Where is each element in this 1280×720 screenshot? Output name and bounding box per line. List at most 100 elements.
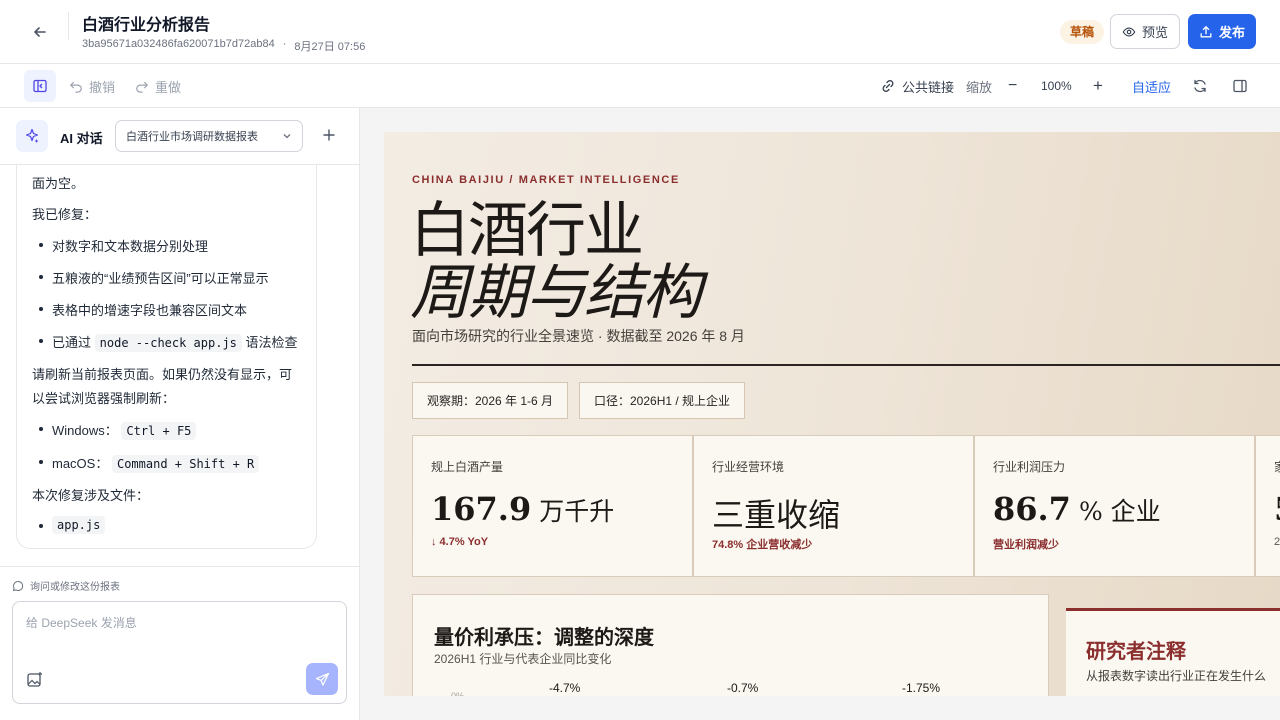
new-chat-button[interactable] [318, 124, 340, 146]
kpi-note: ↓ 4.7% YoY [431, 536, 489, 548]
zoom-value: 100% [1041, 79, 1072, 93]
inline-code: Command + Shift + R [111, 455, 260, 473]
kpi-card: 行业利润压力 86.7% 企业 营业利润减少 [974, 435, 1255, 577]
zoom-label: 缩放 [966, 79, 993, 95]
plus-icon [323, 129, 335, 141]
public-link-button[interactable]: 公共链接 [880, 71, 954, 101]
attach-image-button[interactable] [26, 671, 46, 691]
list-item: app.js [52, 516, 106, 534]
preview-label: 预览 [1141, 25, 1168, 40]
fit-button[interactable]: 自适应 [1132, 71, 1171, 101]
assistant-message: 面为空。 我已修复： 对数字和文本数据分别处理 五粮液的“业绩预告区间”可以正常… [16, 165, 317, 549]
kpi-value: 86.7% 企业 [993, 490, 1161, 528]
report-selector-value: 白酒行业市场调研数据报表 [126, 131, 258, 143]
list-item-text: 语法检查 [245, 335, 298, 350]
list-bullet [39, 427, 43, 431]
chat-title: AI 对话 [60, 131, 103, 146]
bar-value-label: -4.7% [549, 681, 581, 695]
chat-bubble-icon [12, 580, 24, 591]
publish-button[interactable]: 发布 [1188, 14, 1256, 49]
list-item-text: 已通过 [52, 335, 92, 350]
back-button[interactable] [24, 16, 56, 48]
report-hero-title: 白酒行业 [410, 196, 644, 266]
inline-code: Ctrl + F5 [121, 422, 197, 440]
report-canvas: CHINA BAIJIU / MARKET INTELLIGENCE 白酒行业 … [360, 108, 1280, 720]
input-hint-text: 询问或修改这份报表 [30, 582, 120, 593]
kpi-note: 营业利润减少 [993, 539, 1059, 551]
publish-label: 发布 [1218, 25, 1245, 40]
panel-left-icon [33, 79, 47, 93]
list-bullet [39, 243, 43, 247]
report-page: CHINA BAIJIU / MARKET INTELLIGENCE 白酒行业 … [384, 132, 1280, 696]
document-meta: 3ba95671a032486fa620071b7d72ab84 · 8月27日… [82, 38, 365, 54]
input-hint: 询问或修改这份报表 [12, 578, 120, 593]
zoom-out-button[interactable]: − [1008, 71, 1017, 101]
list-bullet [39, 307, 43, 311]
kpi-label: 行业利润压力 [993, 460, 1066, 474]
undo-icon [69, 81, 82, 93]
panel-title: 量价利承压：调整的深度 [434, 625, 654, 649]
list-item-text: macOS： [52, 456, 109, 471]
kpi-card: 行业经营环境 三重收缩 74.8% 企业营收减少 [693, 435, 974, 577]
image-plus-icon [27, 672, 42, 687]
preview-button[interactable]: 预览 [1110, 14, 1180, 49]
message-text: 面为空。 [32, 176, 85, 191]
list-item: 五粮液的“业绩预告区间”可以正常显示 [52, 271, 269, 286]
link-icon [882, 80, 894, 92]
list-item-text: Windows： [52, 423, 118, 438]
upload-icon [1200, 25, 1212, 37]
chat-header: AI 对话 白酒行业市场调研数据报表 [0, 108, 360, 165]
message-text: 请刷新当前报表页面。如果仍然没有显示，可 [32, 367, 293, 382]
document-id: 3ba95671a032486fa620071b7d72ab84 [82, 38, 275, 50]
panel-right-icon [1233, 79, 1247, 93]
report-selector[interactable]: 白酒行业市场调研数据报表 [115, 120, 303, 152]
message-text: 以尝试浏览器强制刷新： [32, 391, 176, 406]
ai-sparkle-icon [16, 120, 48, 152]
kpi-label: 规上白酒产量 [431, 460, 504, 474]
kpi-card: 家 5 2 [1255, 435, 1280, 577]
refresh-button[interactable] [1192, 71, 1208, 101]
message-text: 我已修复： [32, 207, 98, 222]
toggle-right-panel-button[interactable] [1232, 71, 1248, 101]
public-link-label: 公共链接 [902, 79, 955, 95]
arrow-left-icon [34, 27, 46, 37]
undo-button[interactable]: 撤销 [69, 71, 115, 101]
message-input[interactable]: 给 DeepSeek 发消息 [12, 601, 347, 704]
kpi-card: 规上白酒产量 167.9 万千升 ↓ 4.7% YoY [412, 435, 693, 577]
toggle-left-panel-button[interactable] [24, 70, 56, 102]
chart-panel: 量价利承压：调整的深度 2026H1 行业与代表企业同比变化 0% -4.7% … [412, 594, 1049, 696]
note-title: 研究者注释 [1086, 639, 1186, 663]
refresh-icon [1194, 79, 1206, 93]
kpi-value: 三重收缩 [712, 496, 841, 534]
status-badge: 草稿 [1060, 20, 1105, 44]
redo-label: 重做 [155, 79, 182, 95]
inline-code: node --check app.js [94, 334, 242, 352]
kpi-value: 5 [1274, 490, 1280, 528]
report-kicker: CHINA BAIJIU / MARKET INTELLIGENCE [412, 174, 680, 186]
undo-label: 撤销 [89, 79, 116, 95]
chevron-down-icon [283, 134, 291, 139]
divider-rule [412, 364, 1280, 366]
kpi-label: 家 [1274, 458, 1280, 475]
redo-icon [136, 81, 149, 93]
list-item: 对数字和文本数据分别处理 [52, 239, 209, 254]
send-button[interactable] [306, 663, 338, 695]
kpi-note: 74.8% 企业营收减少 [712, 539, 813, 551]
report-hero-subtitle: 周期与结构 [410, 258, 702, 328]
axis-tick-label: 0% [451, 691, 465, 696]
zoom-in-button[interactable]: + [1093, 71, 1103, 101]
panel-subtitle: 2026H1 行业与代表企业同比变化 [434, 652, 612, 666]
list-bullet [39, 460, 43, 464]
list-bullet [39, 524, 43, 528]
inline-code: app.js [52, 516, 106, 534]
meta-separator: · [282, 38, 287, 50]
top-bar: 白酒行业分析报告 3ba95671a032486fa620071b7d72ab8… [0, 0, 1280, 64]
report-description: 面向市场研究的行业全景速览 · 数据截至 2026 年 8 月 [412, 328, 745, 344]
document-date: 8月27日 07:56 [294, 41, 366, 53]
redo-button[interactable]: 重做 [135, 71, 181, 101]
kpi-value: 167.9 万千升 [431, 490, 615, 528]
message-input-placeholder: 给 DeepSeek 发消息 [26, 616, 137, 630]
note-subtitle: 从报表数字读出行业正在发生什么 [1086, 669, 1267, 683]
list-item: macOS： Command + Shift + R [52, 453, 260, 473]
period-tag: 观察期：2026 年 1-6 月 [412, 382, 569, 419]
